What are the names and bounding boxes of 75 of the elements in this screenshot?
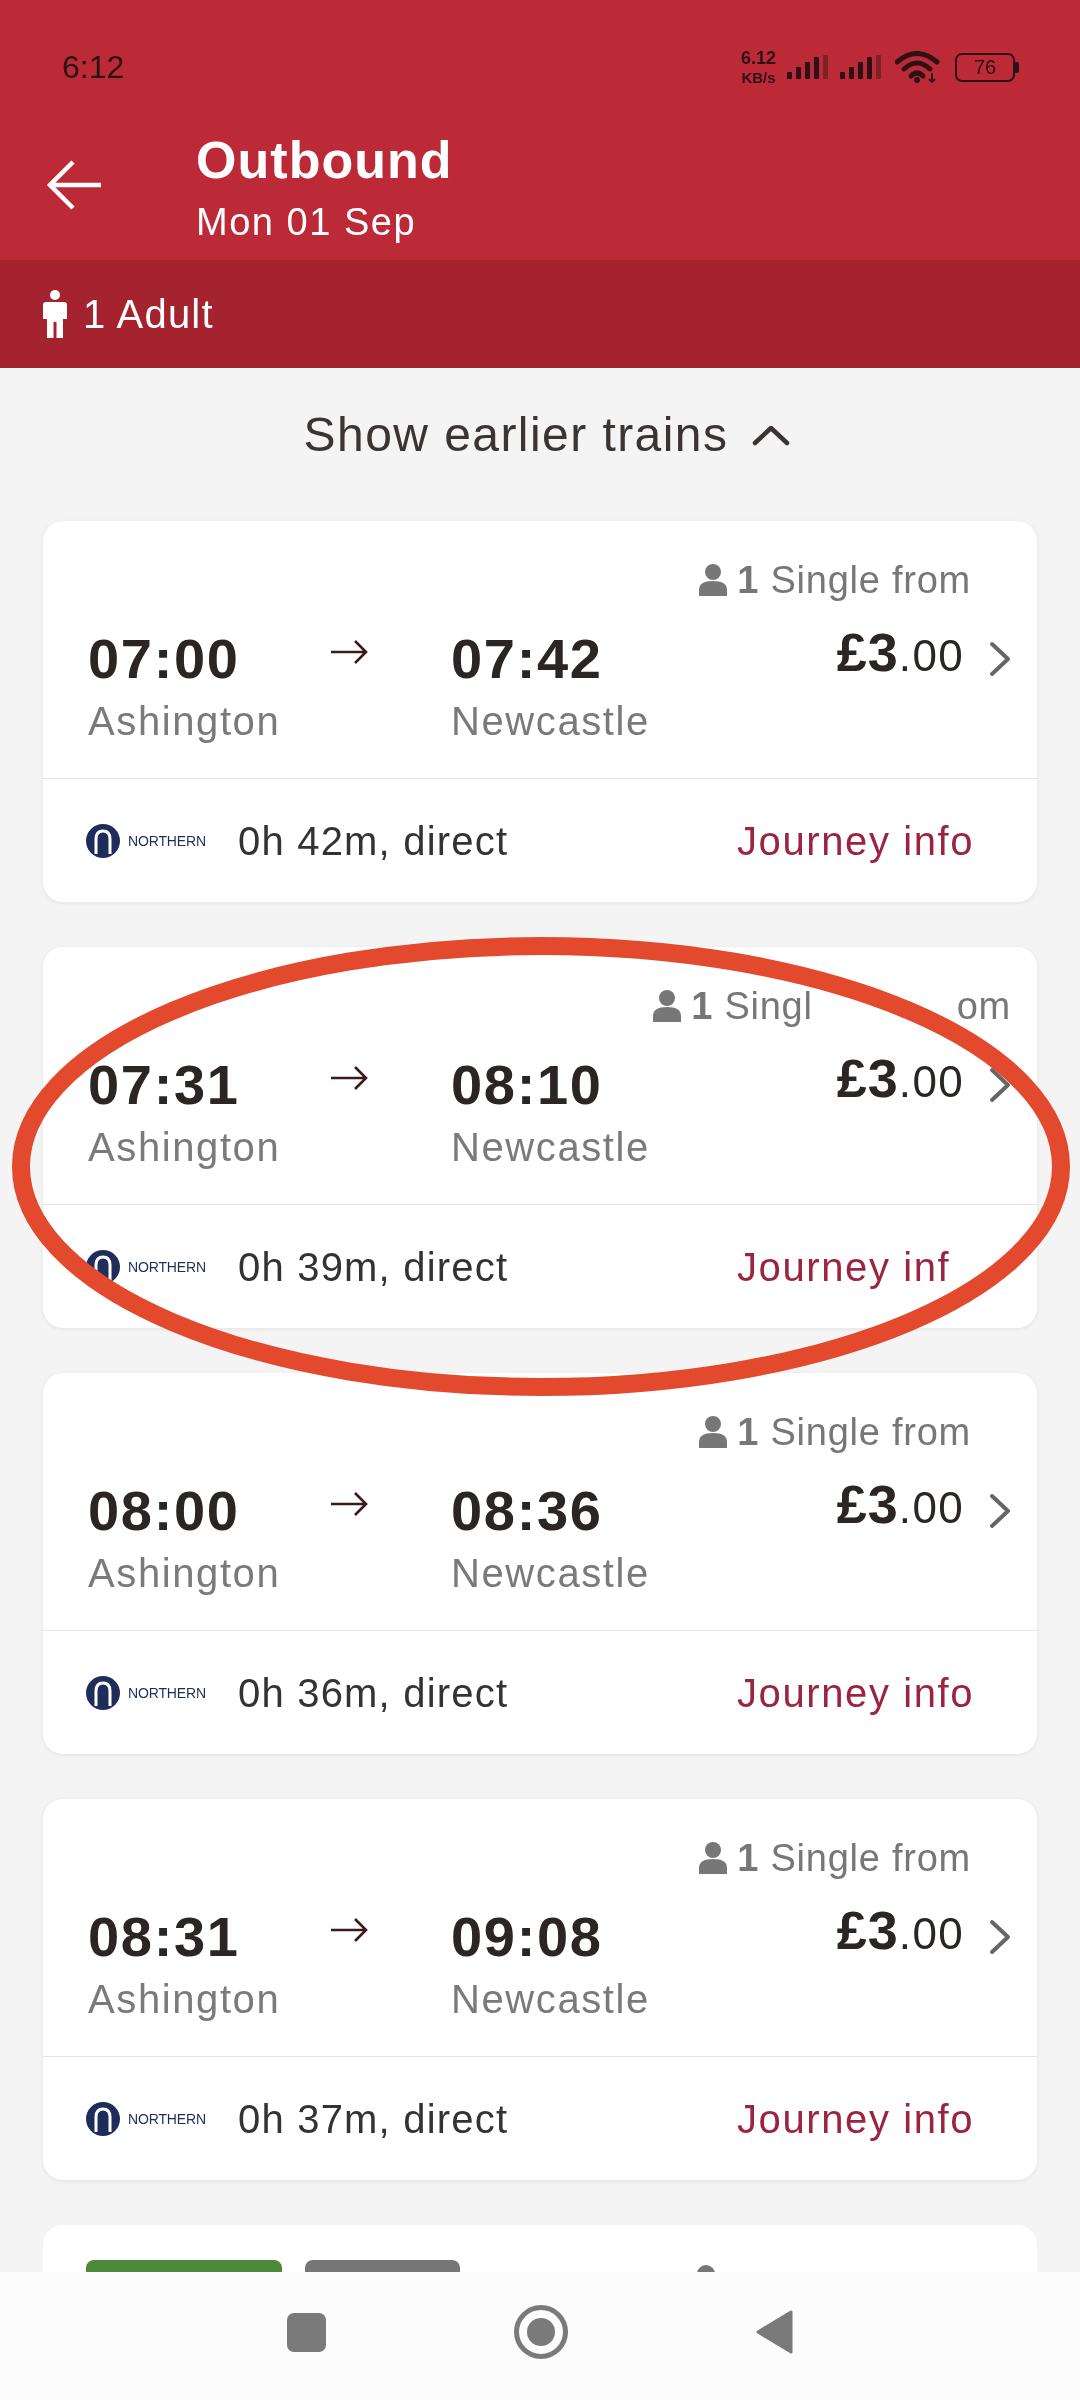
signal-icon [840, 55, 881, 79]
arch-logo-icon [86, 823, 120, 858]
price-text: £3.00 [836, 1048, 964, 1110]
journey-card[interactable]: 1 Singl om 07:31 08:10 £3.00 Ashington Newcastle NORTHERN 0h 39m, direct Journey inf [43, 947, 1037, 1328]
person-icon [699, 1842, 728, 1874]
journey-card[interactable] [43, 2225, 1037, 2272]
price-text: £3.00 [836, 1900, 964, 1962]
fare-type-text: 1 Single from [737, 558, 971, 602]
fare-type-text: 1 Single from [737, 1410, 971, 1454]
arrival-time: 08:10 [451, 1055, 603, 1115]
destination-station: Newcastle [451, 1976, 650, 2022]
journey-card[interactable]: 1 Single from 08:00 08:36 £3.00 Ashington Newcastle NORTHERN 0h 36m, direct Journey info [43, 1373, 1037, 1754]
arrival-time: 08:36 [451, 1481, 603, 1541]
wifi-icon [895, 51, 940, 83]
fare-type-text: 1 Single from [737, 1836, 971, 1880]
page-subtitle: Mon 01 Sep [196, 200, 417, 245]
arrow-right-icon [331, 1066, 368, 1090]
departure-time: 07:00 [88, 627, 240, 690]
arrow-right-icon [331, 1918, 368, 1942]
battery-level: 76 [973, 55, 997, 79]
status-time: 6:12 [62, 49, 125, 85]
origin-station: Ashington [88, 1977, 281, 2021]
journey-duration: 0h 39m, direct [238, 1243, 509, 1290]
signal-icon [787, 55, 828, 79]
operator-name: NORTHERN [128, 831, 206, 850]
passenger-count: 1 Adult [83, 291, 214, 337]
destination-station: Newcastle [451, 1124, 650, 1170]
price-text: £3.00 [836, 622, 964, 684]
journey-info-link[interactable]: Journey inf [737, 1243, 951, 1290]
page-title: Outbound [196, 130, 453, 190]
arch-logo-icon [86, 2101, 120, 2136]
destination-station: Newcastle [451, 698, 650, 744]
ring-icon[interactable] [514, 2305, 568, 2359]
chevron-right-icon [989, 1493, 1011, 1529]
journey-info-link[interactable]: Journey info [737, 1669, 975, 1716]
person-icon [653, 990, 682, 1022]
origin-station: Ashington [88, 1551, 281, 1595]
operator-name: NORTHERN [128, 2109, 206, 2128]
departure-time: 08:00 [88, 1479, 240, 1542]
origin-station: Ashington [88, 1125, 281, 1169]
arrow-right-icon [331, 1492, 368, 1516]
back-arrow-icon [47, 160, 103, 210]
network-unit: KB/s [741, 68, 776, 87]
arrow-right-icon [331, 640, 368, 664]
person-icon [699, 564, 728, 596]
person-standing-icon [43, 290, 67, 338]
chevron-right-icon [989, 641, 1011, 677]
journey-info-link[interactable]: Journey info [737, 817, 975, 864]
journey-card[interactable]: 1 Single from 07:00 07:42 £3.00 Ashington Newcastle NORTHERN 0h 42m, direct Journey info [43, 521, 1037, 902]
show-earlier-trains-button[interactable]: Show earlier trains [303, 400, 791, 470]
network-speed: 6.12 [740, 47, 776, 69]
fare-text-fragment: om [956, 984, 1011, 1028]
journey-duration: 0h 36m, direct [238, 1669, 509, 1716]
chevron-up-icon [752, 424, 791, 446]
person-icon [699, 1416, 728, 1448]
triangle-icon[interactable] [756, 2310, 793, 2354]
journey-duration: 0h 37m, direct [238, 2095, 509, 2142]
operator-name: NORTHERN [128, 1683, 206, 1702]
journey-card[interactable]: 1 Single from 08:31 09:08 £3.00 Ashington Newcastle NORTHERN 0h 37m, direct Journey info [43, 1799, 1037, 2180]
origin-station: Ashington [88, 699, 281, 743]
chevron-right-icon [989, 1919, 1011, 1955]
arrival-time: 07:42 [451, 629, 603, 689]
square-icon[interactable] [287, 2312, 326, 2352]
operator-name: NORTHERN [128, 1257, 206, 1276]
departure-time: 07:31 [88, 1053, 240, 1116]
arrival-time: 09:08 [451, 1907, 603, 1967]
arch-logo-icon [86, 1249, 120, 1284]
journey-duration: 0h 42m, direct [238, 817, 509, 864]
arch-logo-icon [86, 1675, 120, 1710]
chevron-right-icon [989, 1067, 1011, 1103]
destination-station: Newcastle [451, 1550, 650, 1596]
journey-info-link[interactable]: Journey info [737, 2095, 975, 2142]
departure-time: 08:31 [88, 1905, 240, 1968]
fare-type-text: 1 Singl [691, 984, 813, 1028]
price-text: £3.00 [836, 1474, 964, 1536]
